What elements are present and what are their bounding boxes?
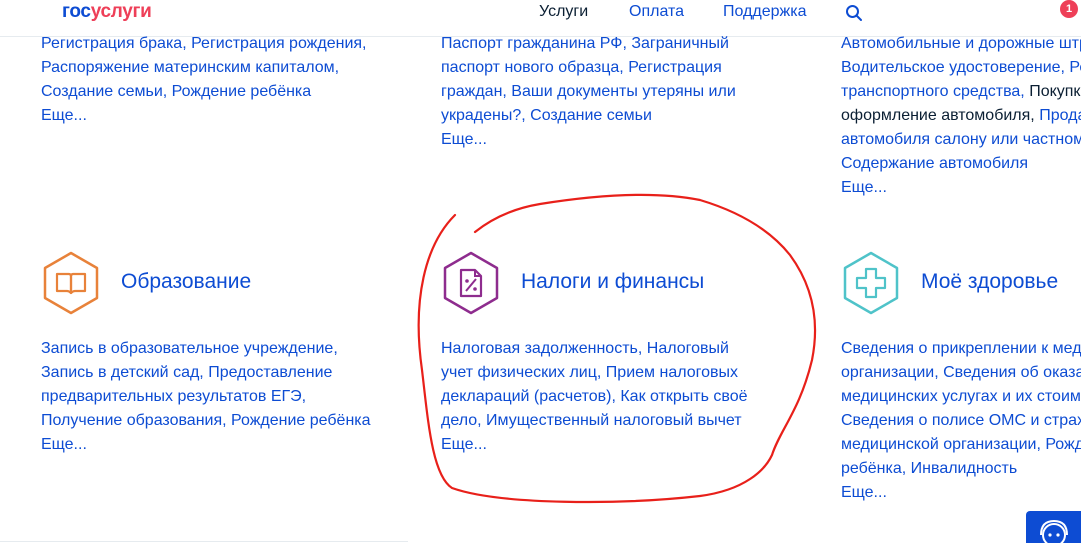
education-links[interactable]: Запись в образовательное учреждение, Зап…	[41, 337, 371, 457]
passport-links[interactable]: Паспорт гражданина РФ, Заграничный паспо…	[441, 32, 761, 152]
tax-document-icon[interactable]	[440, 250, 502, 316]
nav-services[interactable]: Услуги	[539, 3, 588, 21]
chat-bot-button[interactable]	[1026, 511, 1081, 547]
taxes-links[interactable]: Налоговая задолженность, Налоговый учет …	[441, 337, 761, 457]
nav-payment[interactable]: Оплата	[629, 3, 684, 21]
education-more-link[interactable]: Еще...	[41, 433, 371, 457]
family-links[interactable]: Регистрация брака, Регистрация рождения,…	[41, 32, 371, 128]
book-icon[interactable]	[40, 250, 102, 316]
family-more-link[interactable]: Еще...	[41, 104, 371, 128]
nav-support[interactable]: Поддержка	[723, 3, 806, 21]
transport-more-link[interactable]: Еще...	[841, 176, 1081, 200]
passport-more-link[interactable]: Еще...	[441, 128, 761, 152]
footer-divider	[0, 541, 408, 542]
gosuslugi-logo[interactable]: госуслуги	[62, 1, 152, 23]
header: госуслуги Услуги Оплата Поддержка 1	[0, 0, 1081, 34]
taxes-title[interactable]: Налоги и финансы	[521, 270, 704, 294]
health-links[interactable]: Сведения о прикреплении к мед организаци…	[841, 337, 1081, 505]
medical-cross-icon[interactable]	[840, 250, 902, 316]
notification-badge[interactable]: 1	[1060, 0, 1078, 18]
health-title[interactable]: Моё здоровье	[921, 270, 1058, 294]
education-title[interactable]: Образование	[121, 270, 251, 294]
chat-bot-icon	[1040, 519, 1068, 547]
transport-links[interactable]: Автомобильные и дорожные штр Водительско…	[841, 32, 1081, 200]
search-icon[interactable]	[845, 4, 863, 22]
taxes-more-link[interactable]: Еще...	[441, 433, 761, 457]
health-more-link[interactable]: Еще...	[841, 481, 1081, 505]
